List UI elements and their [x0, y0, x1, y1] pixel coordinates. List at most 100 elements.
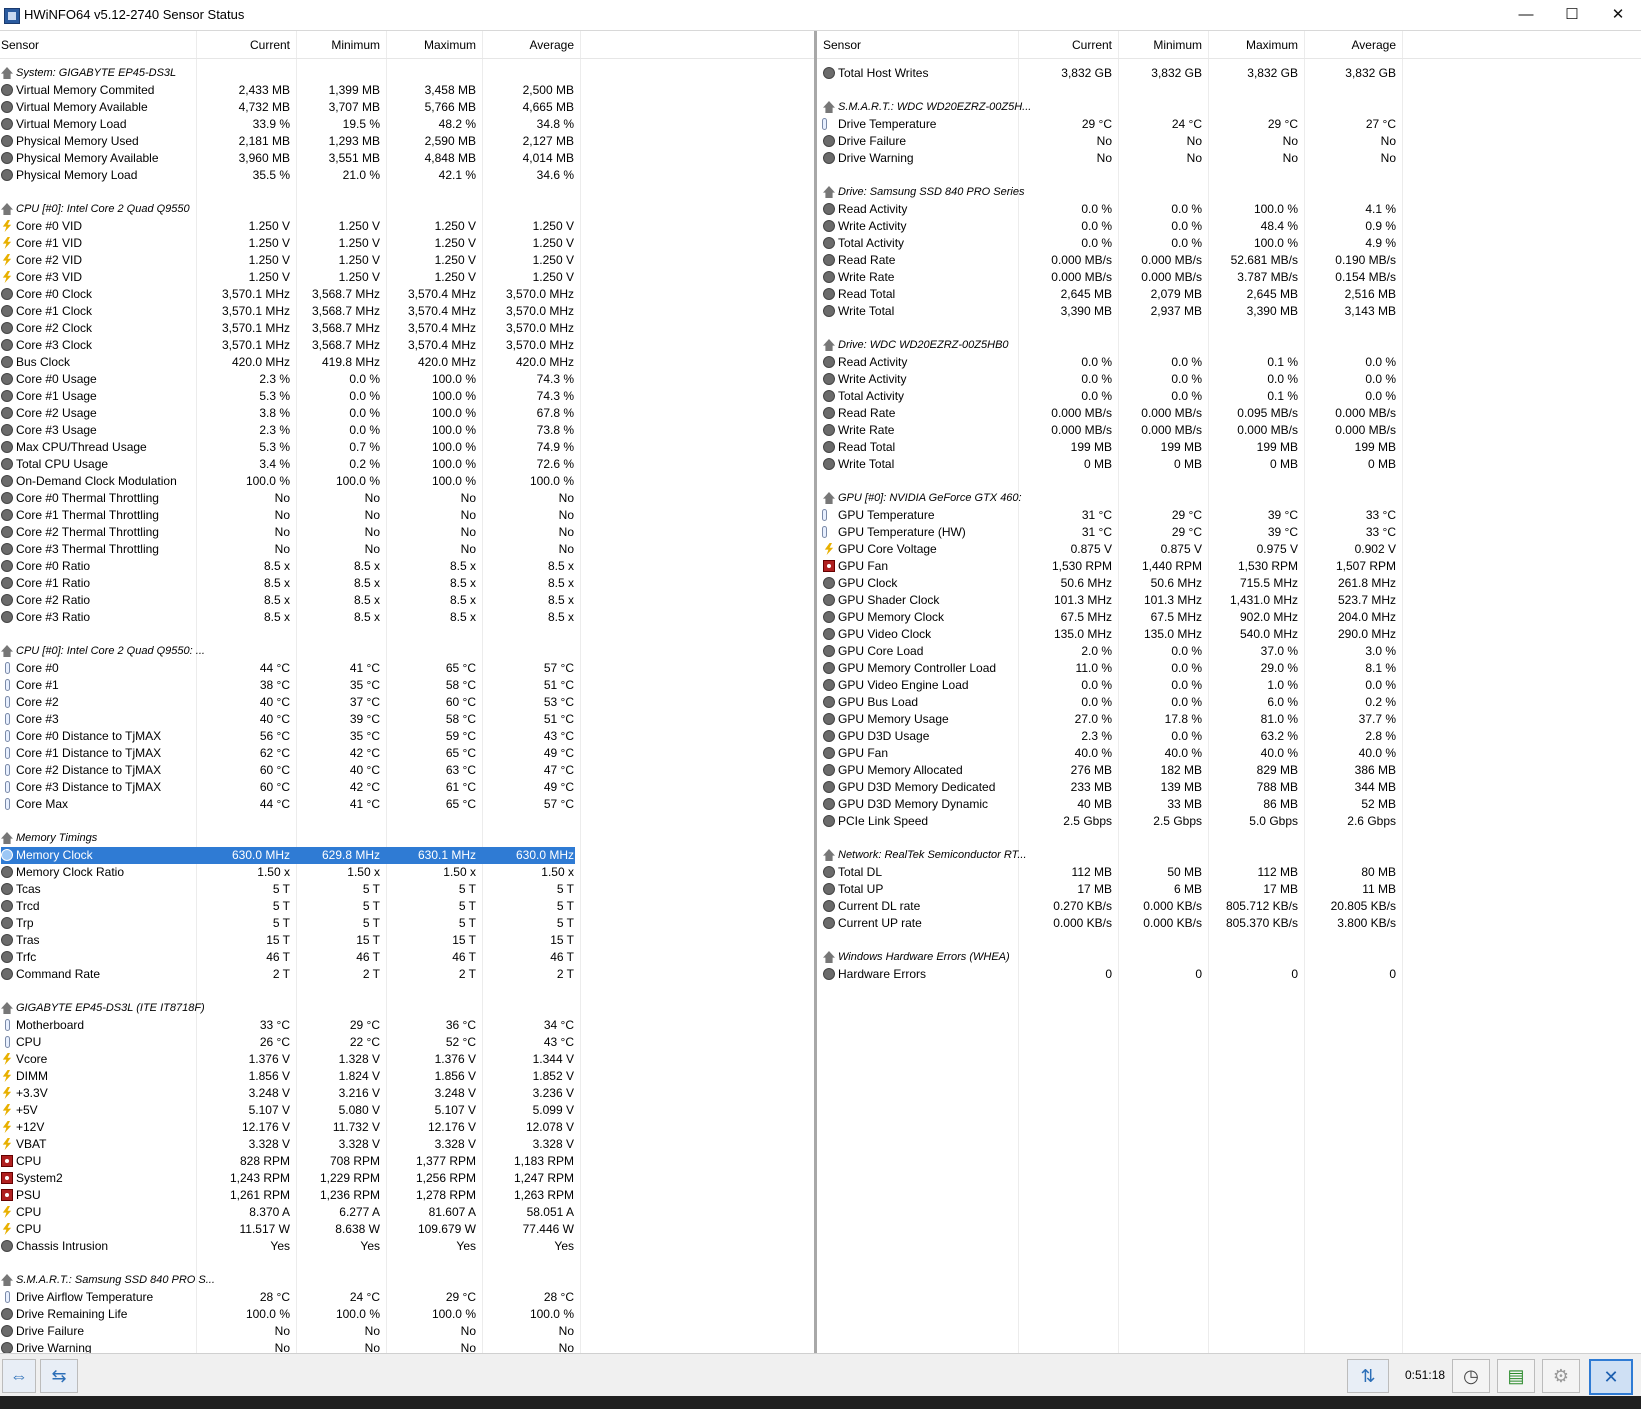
- sensor-row[interactable]: Core #1 Usage 5.3 % 0.0 % 100.0 % 74.3 %: [0, 388, 814, 405]
- sensor-group-header[interactable]: S.M.A.R.T.: Samsung SSD 840 PRO S...: [0, 1272, 814, 1289]
- sensor-row[interactable]: GPU Temperature (HW) 31 °C 29 °C 39 °C 33 °C: [817, 524, 1641, 541]
- sensor-row[interactable]: Core #2 Distance to TjMAX 60 °C 40 °C 63 °C…: [0, 762, 814, 779]
- sensor-row[interactable]: Write Total 3,390 MB 2,937 MB 3,390 MB 3,143…: [817, 303, 1641, 320]
- sensor-row[interactable]: Current UP rate 0.000 KB/s 0.000 KB/s 805.3…: [817, 915, 1641, 932]
- close-window-button[interactable]: ✕: [1595, 0, 1641, 30]
- sensor-row[interactable]: Core #3 Distance to TjMAX 60 °C 42 °C 61 °C…: [0, 779, 814, 796]
- collapse-columns-button[interactable]: ⇆: [40, 1359, 78, 1393]
- sensor-row[interactable]: Core #0 Thermal Throttling No No No No: [0, 490, 814, 507]
- sensor-row[interactable]: Core #0 44 °C 41 °C 65 °C 57 °C: [0, 660, 814, 677]
- clock-reset-icon[interactable]: ◷: [1452, 1359, 1490, 1393]
- sensor-row[interactable]: Core #3 Thermal Throttling No No No No: [0, 541, 814, 558]
- maximize-button[interactable]: ☐: [1549, 0, 1595, 30]
- column-sensor[interactable]: Sensor: [1, 38, 39, 52]
- sensor-row[interactable]: Write Activity 0.0 % 0.0 % 48.4 % 0.9 %: [817, 218, 1641, 235]
- sensor-group-header[interactable]: Drive: Samsung SSD 840 PRO Series: [817, 184, 1641, 201]
- column-current[interactable]: Current: [196, 38, 290, 52]
- sensor-pane-left[interactable]: Sensor Current Minimum Maximum Average S…: [0, 31, 814, 1353]
- sensor-row[interactable]: Trfc 46 T 46 T 46 T 46 T: [0, 949, 814, 966]
- column-minimum[interactable]: Minimum: [1118, 38, 1202, 52]
- sensor-row[interactable]: Physical Memory Available 3,960 MB 3,551 M…: [0, 150, 814, 167]
- sensor-row[interactable]: Core #2 Ratio 8.5 x 8.5 x 8.5 x 8.5 x: [0, 592, 814, 609]
- sensor-row[interactable]: Total Host Writes 3,832 GB 3,832 GB 3,832 G…: [817, 65, 1641, 82]
- sensor-row[interactable]: Core #2 Usage 3.8 % 0.0 % 100.0 % 67.8 %: [0, 405, 814, 422]
- sensor-group-header[interactable]: Windows Hardware Errors (WHEA): [817, 949, 1641, 966]
- sensor-row[interactable]: Core #0 VID 1.250 V 1.250 V 1.250 V 1.250 V: [0, 218, 814, 235]
- sensor-row[interactable]: Tras 15 T 15 T 15 T 15 T: [0, 932, 814, 949]
- sensor-row[interactable]: Core Max 44 °C 41 °C 65 °C 57 °C: [0, 796, 814, 813]
- sensor-row[interactable]: PCIe Link Speed 2.5 Gbps 2.5 Gbps 5.0 Gbps 2…: [817, 813, 1641, 830]
- column-average[interactable]: Average: [482, 38, 574, 52]
- sensor-row[interactable]: Total DL 112 MB 50 MB 112 MB 80 MB: [817, 864, 1641, 881]
- sensor-row[interactable]: Core #2 40 °C 37 °C 60 °C 53 °C: [0, 694, 814, 711]
- sensor-row[interactable]: Memory Clock Ratio 1.50 x 1.50 x 1.50 x 1.50…: [0, 864, 814, 881]
- sensor-row[interactable]: Drive Temperature 29 °C 24 °C 29 °C 27 °C: [817, 116, 1641, 133]
- sensor-row[interactable]: Hardware Errors 0 0 0 0: [817, 966, 1641, 983]
- sensor-row[interactable]: Core #3 Ratio 8.5 x 8.5 x 8.5 x 8.5 x: [0, 609, 814, 626]
- column-maximum[interactable]: Maximum: [386, 38, 476, 52]
- sensor-row[interactable]: Chassis Intrusion Yes Yes Yes Yes: [0, 1238, 814, 1255]
- sensor-row[interactable]: Core #3 Clock 3,570.1 MHz 3,568.7 MHz 3,570…: [0, 337, 814, 354]
- sensor-row[interactable]: Write Total 0 MB 0 MB 0 MB 0 MB: [817, 456, 1641, 473]
- sensor-row[interactable]: Drive Failure No No No No: [817, 133, 1641, 150]
- sensor-row[interactable]: Write Activity 0.0 % 0.0 % 0.0 % 0.0 %: [817, 371, 1641, 388]
- sensor-group-header[interactable]: S.M.A.R.T.: WDC WD20EZRZ-00Z5H...: [817, 99, 1641, 116]
- sensor-row[interactable]: Tcas 5 T 5 T 5 T 5 T: [0, 881, 814, 898]
- sensor-row-selected[interactable]: Memory Clock 630.0 MHz 629.8 MHz 630.1 MHz 6…: [0, 847, 814, 864]
- sensor-row[interactable]: GPU Clock 50.6 MHz 50.6 MHz 715.5 MHz 261.8 …: [817, 575, 1641, 592]
- settings-gear-icon[interactable]: ⚙: [1542, 1359, 1580, 1393]
- minimize-button[interactable]: —: [1503, 0, 1549, 30]
- sensor-row[interactable]: System2 1,243 RPM 1,229 RPM 1,256 RPM 1,247 …: [0, 1170, 814, 1187]
- sensor-row[interactable]: GPU Core Voltage 0.875 V 0.875 V 0.975 V 0.9…: [817, 541, 1641, 558]
- sensor-group-header[interactable]: GPU [#0]: NVIDIA GeForce GTX 460:: [817, 490, 1641, 507]
- sensor-row[interactable]: GPU Memory Usage 27.0 % 17.8 % 81.0 % 37.7 %: [817, 711, 1641, 728]
- column-minimum[interactable]: Minimum: [296, 38, 380, 52]
- sensor-pane-right[interactable]: Sensor Current Minimum Maximum Average T…: [817, 31, 1641, 1353]
- sensor-row[interactable]: Virtual Memory Load 33.9 % 19.5 % 48.2 % 34.…: [0, 116, 814, 133]
- column-sensor[interactable]: Sensor: [823, 38, 861, 52]
- sensor-row[interactable]: Core #1 Distance to TjMAX 62 °C 42 °C 65 °C…: [0, 745, 814, 762]
- sensor-row[interactable]: Core #1 Ratio 8.5 x 8.5 x 8.5 x 8.5 x: [0, 575, 814, 592]
- sensor-row[interactable]: Core #0 Clock 3,570.1 MHz 3,568.7 MHz 3,570…: [0, 286, 814, 303]
- sensor-row[interactable]: PSU 1,261 RPM 1,236 RPM 1,278 RPM 1,263 RPM: [0, 1187, 814, 1204]
- sensor-row[interactable]: Core #0 Usage 2.3 % 0.0 % 100.0 % 74.3 %: [0, 371, 814, 388]
- sensor-row[interactable]: Trp 5 T 5 T 5 T 5 T: [0, 915, 814, 932]
- sensor-row[interactable]: CPU 828 RPM 708 RPM 1,377 RPM 1,183 RPM: [0, 1153, 814, 1170]
- sensor-row[interactable]: Core #0 Distance to TjMAX 56 °C 35 °C 59 °C…: [0, 728, 814, 745]
- sensor-row[interactable]: GPU Memory Clock 67.5 MHz 67.5 MHz 902.0 MH…: [817, 609, 1641, 626]
- sensor-row[interactable]: GPU Bus Load 0.0 % 0.0 % 6.0 % 0.2 %: [817, 694, 1641, 711]
- sensor-row[interactable]: Command Rate 2 T 2 T 2 T 2 T: [0, 966, 814, 983]
- sensor-group-header[interactable]: System: GIGABYTE EP45-DS3L: [0, 65, 814, 82]
- sensor-row[interactable]: CPU 26 °C 22 °C 52 °C 43 °C: [0, 1034, 814, 1051]
- sensor-row[interactable]: Current DL rate 0.270 KB/s 0.000 KB/s 805.7…: [817, 898, 1641, 915]
- sensor-row[interactable]: Trcd 5 T 5 T 5 T 5 T: [0, 898, 814, 915]
- sensor-row[interactable]: Core #1 VID 1.250 V 1.250 V 1.250 V 1.250 V: [0, 235, 814, 252]
- logging-icon[interactable]: ▤: [1497, 1359, 1535, 1393]
- sensor-row[interactable]: Total UP 17 MB 6 MB 17 MB 11 MB: [817, 881, 1641, 898]
- sensor-row[interactable]: Core #1 Thermal Throttling No No No No: [0, 507, 814, 524]
- sensor-row[interactable]: On-Demand Clock Modulation 100.0 % 100.0 %…: [0, 473, 814, 490]
- sensor-row[interactable]: +3.3V 3.248 V 3.216 V 3.248 V 3.236 V: [0, 1085, 814, 1102]
- sensor-row[interactable]: GPU Video Clock 135.0 MHz 135.0 MHz 540.0 M…: [817, 626, 1641, 643]
- sensor-row[interactable]: Core #0 Ratio 8.5 x 8.5 x 8.5 x 8.5 x: [0, 558, 814, 575]
- sensor-row[interactable]: Core #3 VID 1.250 V 1.250 V 1.250 V 1.250 V: [0, 269, 814, 286]
- column-current[interactable]: Current: [1018, 38, 1112, 52]
- sensor-row[interactable]: Drive Warning No No No No: [817, 150, 1641, 167]
- sensor-row[interactable]: GPU D3D Memory Dynamic 40 MB 33 MB 86 MB 52 …: [817, 796, 1641, 813]
- sensor-row[interactable]: GPU Memory Allocated 276 MB 182 MB 829 MB 38…: [817, 762, 1641, 779]
- expand-columns-button[interactable]: ⇔: [2, 1359, 36, 1393]
- sensor-row[interactable]: Motherboard 33 °C 29 °C 36 °C 34 °C: [0, 1017, 814, 1034]
- sensor-row[interactable]: Virtual Memory Commited 2,433 MB 1,399 MB 3…: [0, 82, 814, 99]
- sensor-row[interactable]: Total Activity 0.0 % 0.0 % 100.0 % 4.9 %: [817, 235, 1641, 252]
- sensor-row[interactable]: GPU Fan 1,530 RPM 1,440 RPM 1,530 RPM 1,507 …: [817, 558, 1641, 575]
- sensor-row[interactable]: Read Activity 0.0 % 0.0 % 0.1 % 0.0 %: [817, 354, 1641, 371]
- sensor-group-header[interactable]: Drive: WDC WD20EZRZ-00Z5HB0: [817, 337, 1641, 354]
- sensor-row[interactable]: Read Total 199 MB 199 MB 199 MB 199 MB: [817, 439, 1641, 456]
- sensor-row[interactable]: GPU Memory Controller Load 11.0 % 0.0 % 29.…: [817, 660, 1641, 677]
- sensor-row[interactable]: Read Rate 0.000 MB/s 0.000 MB/s 52.681 MB/s…: [817, 252, 1641, 269]
- sensor-row[interactable]: Read Total 2,645 MB 2,079 MB 2,645 MB 2,516 …: [817, 286, 1641, 303]
- sensor-row[interactable]: Core #2 VID 1.250 V 1.250 V 1.250 V 1.250 V: [0, 252, 814, 269]
- sensor-row[interactable]: GPU Core Load 2.0 % 0.0 % 37.0 % 3.0 %: [817, 643, 1641, 660]
- column-maximum[interactable]: Maximum: [1208, 38, 1298, 52]
- sensor-row[interactable]: Physical Memory Used 2,181 MB 1,293 MB 2,59…: [0, 133, 814, 150]
